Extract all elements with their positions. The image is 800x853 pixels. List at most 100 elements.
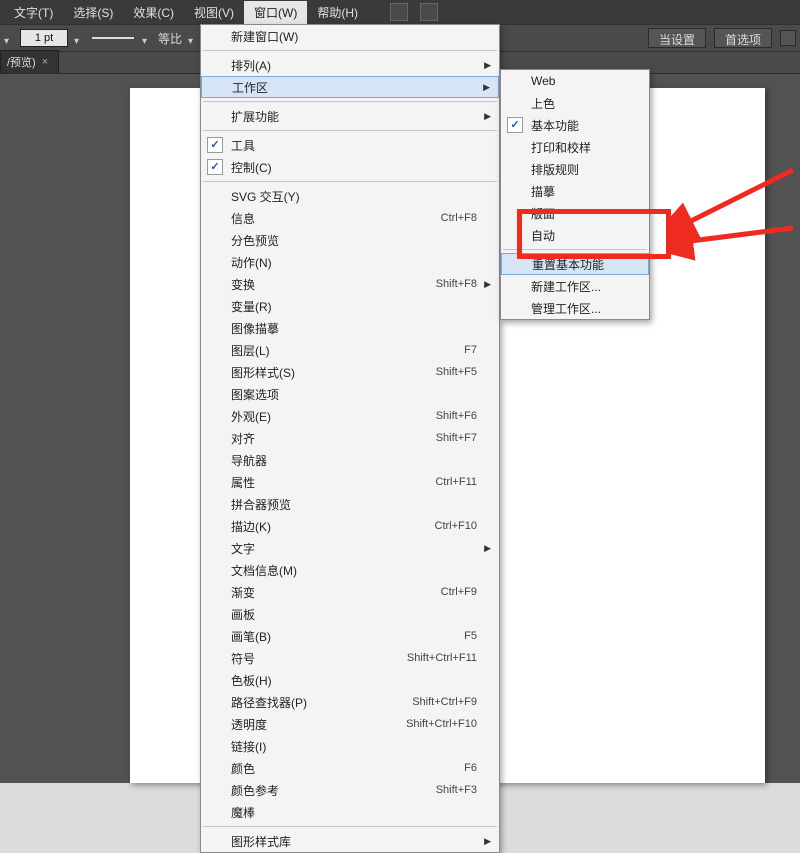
trash-icon[interactable] [780,30,796,46]
workspace-menu-item[interactable]: Web [501,70,649,92]
menu-shortcut: Ctrl+F8 [411,212,477,224]
window-menu-item[interactable]: 链接(I) [201,735,499,757]
window-menu-item-label: 魔棒 [231,804,477,821]
window-menu-item[interactable]: 变换Shift+F8 [201,273,499,295]
window-menu-item[interactable]: 变量(R) [201,295,499,317]
workspace-menu-item[interactable]: 重置基本功能 [501,253,649,275]
dropdown-icon[interactable] [4,33,14,43]
menu-window[interactable]: 窗口(W) [244,1,307,24]
window-menu-item-label: 渐变 [231,584,411,601]
workspace-menu-item[interactable]: 排版规则 [501,158,649,180]
window-menu-item-label: 排列(A) [231,57,477,74]
workspace-menu-item[interactable]: 管理工作区... [501,297,649,319]
window-menu-item[interactable]: 颜色参考Shift+F3 [201,779,499,801]
menu-shortcut: Ctrl+F10 [405,520,478,532]
window-menu-item-label: 信息 [231,210,411,227]
workspace-submenu: Web 上色 ✓基本功能打印和校样排版规则描摹版面自动重置基本功能新建工作区... 管… [500,69,650,320]
window-menu-item[interactable]: 图形样式库 [201,830,499,852]
window-menu-item[interactable]: 排列(A) [201,54,499,76]
window-menu-item[interactable]: 渐变Ctrl+F9 [201,581,499,603]
window-menu-item[interactable]: 图形样式(S)Shift+F5 [201,361,499,383]
window-menu-item[interactable]: 描边(K)Ctrl+F10 [201,515,499,537]
window-menu-item[interactable]: ✓控制(C) [201,156,499,178]
window-menu-item-label: 分色预览 [231,232,477,249]
menu-effect[interactable]: 效果(C) [123,1,184,24]
window-menu-item-label: 工作区 [232,79,476,96]
window-menu-item[interactable]: 外观(E)Shift+F6 [201,405,499,427]
window-menu-item-label: 图案选项 [231,386,477,403]
stroke-style-line[interactable] [92,37,134,39]
window-menu: 新建窗口(W)排列(A)工作区扩展功能✓工具✓控制(C)SVG 交互(Y)信息C… [200,24,500,853]
window-menu-item[interactable]: 文字 [201,537,499,559]
window-menu-item[interactable]: 魔棒 [201,801,499,823]
bridge-icon[interactable] [390,3,408,21]
window-menu-item[interactable]: 符号Shift+Ctrl+F11 [201,647,499,669]
window-menu-item-label: 新建窗口(W) [231,28,477,45]
window-menu-item[interactable]: 新建窗口(W) [201,25,499,47]
menu-text[interactable]: 文字(T) [4,1,63,24]
workspace-menu-item[interactable]: 自动 [501,224,649,246]
window-menu-item-label: 画笔(B) [231,628,434,645]
window-menu-item[interactable]: 工作区 [201,76,499,98]
workspace-menu-item-label: 上色 [531,95,627,112]
doc-setup-button[interactable]: 当设置 [648,28,706,48]
window-menu-item[interactable]: 属性Ctrl+F11 [201,471,499,493]
menu-shortcut: Shift+Ctrl+F9 [382,696,477,708]
workspace-menu-item-label: Web [531,74,627,88]
menu-help[interactable]: 帮助(H) [307,1,368,24]
preferences-button[interactable]: 首选项 [714,28,772,48]
window-menu-item-label: 图像描摹 [231,320,477,337]
menu-view[interactable]: 视图(V) [184,1,244,24]
menu-select[interactable]: 选择(S) [63,1,123,24]
window-menu-item[interactable]: 画板 [201,603,499,625]
window-menu-item-label: SVG 交互(Y) [231,188,477,205]
window-menu-item[interactable]: 透明度Shift+Ctrl+F10 [201,713,499,735]
close-icon[interactable]: × [42,56,48,68]
window-menu-item[interactable]: 拼合器预览 [201,493,499,515]
menu-shortcut: Shift+F6 [406,410,477,422]
workspace-menu-item-label: 打印和校样 [531,139,627,156]
workspace-menu-item[interactable]: 新建工作区... [501,275,649,297]
menu-shortcut: Ctrl+F9 [411,586,477,598]
window-menu-item[interactable]: 路径查找器(P)Shift+Ctrl+F9 [201,691,499,713]
window-menu-item-label: 路径查找器(P) [231,694,382,711]
workspace-menu-item-label: 新建工作区... [531,278,627,295]
window-menu-item[interactable]: 颜色F6 [201,757,499,779]
window-menu-item[interactable]: 扩展功能 [201,105,499,127]
window-menu-item[interactable]: 对齐Shift+F7 [201,427,499,449]
workspace-menu-item[interactable]: ✓基本功能 [501,114,649,136]
window-menu-item[interactable]: 色板(H) [201,669,499,691]
workspace-menu-item[interactable]: 描摹 [501,180,649,202]
menu-shortcut: Ctrl+F11 [405,476,477,488]
window-menu-item-label: 外观(E) [231,408,406,425]
dropdown-icon[interactable] [74,33,84,43]
window-menu-item[interactable]: 图像描摹 [201,317,499,339]
window-menu-item[interactable]: 图案选项 [201,383,499,405]
workspace-menu-item[interactable]: 上色 [501,92,649,114]
window-menu-item[interactable]: 信息Ctrl+F8 [201,207,499,229]
window-menu-item-label: 变量(R) [231,298,477,315]
window-menu-item[interactable]: SVG 交互(Y) [201,185,499,207]
menu-shortcut: F7 [434,344,477,356]
window-menu-item[interactable]: 动作(N) [201,251,499,273]
window-menu-item-label: 属性 [231,474,405,491]
window-menu-item[interactable]: ✓工具 [201,134,499,156]
window-menu-item[interactable]: 分色预览 [201,229,499,251]
workspace-menu-item[interactable]: 打印和校样 [501,136,649,158]
window-menu-item[interactable]: 图层(L)F7 [201,339,499,361]
window-menu-item-label: 文字 [231,540,477,557]
stroke-weight-input[interactable] [20,29,68,47]
document-tab[interactable]: /预览) × [0,50,59,73]
check-icon: ✓ [207,159,223,175]
window-menu-item[interactable]: 导航器 [201,449,499,471]
window-menu-item[interactable]: 文档信息(M) [201,559,499,581]
workspace-menu-item-label: 版面 [531,205,627,222]
arrange-icon[interactable] [420,3,438,21]
menu-shortcut: Shift+Ctrl+F11 [377,652,477,664]
scale-label: 等比 [158,30,182,47]
window-menu-item-label: 画板 [231,606,477,623]
dropdown-icon[interactable] [188,33,198,43]
dropdown-icon[interactable] [142,33,152,43]
window-menu-item[interactable]: 画笔(B)F5 [201,625,499,647]
workspace-menu-item[interactable]: 版面 [501,202,649,224]
